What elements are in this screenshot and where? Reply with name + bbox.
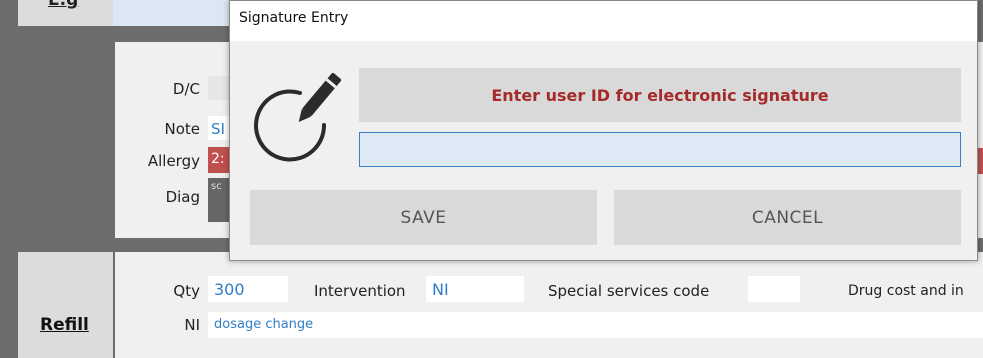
intervention-field[interactable]: NI (426, 276, 524, 302)
user-id-input[interactable] (359, 132, 961, 167)
dc-label: D/C (172, 80, 200, 98)
allergy-field[interactable]: 2: (208, 147, 230, 173)
note-label: Note (164, 120, 200, 138)
save-button[interactable]: SAVE (250, 190, 597, 245)
intervention-label: Intervention (314, 282, 406, 300)
allergy-label: Allergy (147, 152, 200, 170)
top-row-label: E.g (48, 0, 79, 10)
diag-field[interactable]: sc (208, 178, 230, 222)
top-row-bar (113, 0, 230, 26)
drug-cost-label: Drug cost and in (848, 283, 964, 299)
ni-field[interactable]: dosage change (208, 312, 983, 338)
qty-label: Qty (173, 282, 200, 300)
note-field[interactable]: SI (208, 116, 230, 140)
refill-panel (115, 252, 983, 358)
right-panel-red-edge (978, 148, 983, 174)
dialog-body: Enter user ID for electronic signature S… (230, 41, 977, 260)
diag-label: Diag (165, 188, 200, 206)
signature-dialog: Signature Entry Enter user ID for electr… (229, 0, 978, 261)
qty-field[interactable]: 300 (208, 276, 288, 302)
ni-label: NI (184, 316, 200, 334)
special-services-field[interactable] (748, 276, 800, 302)
refill-row-header (18, 252, 113, 358)
refill-row-label[interactable]: Refill (40, 315, 89, 335)
dialog-title: Signature Entry (239, 10, 349, 26)
pen-signature-icon (248, 69, 348, 169)
right-panel-strip (978, 42, 983, 238)
dc-field[interactable] (208, 76, 230, 100)
signature-prompt: Enter user ID for electronic signature (359, 68, 961, 122)
special-services-label: Special services code (548, 282, 710, 300)
cancel-button[interactable]: CANCEL (614, 190, 961, 245)
